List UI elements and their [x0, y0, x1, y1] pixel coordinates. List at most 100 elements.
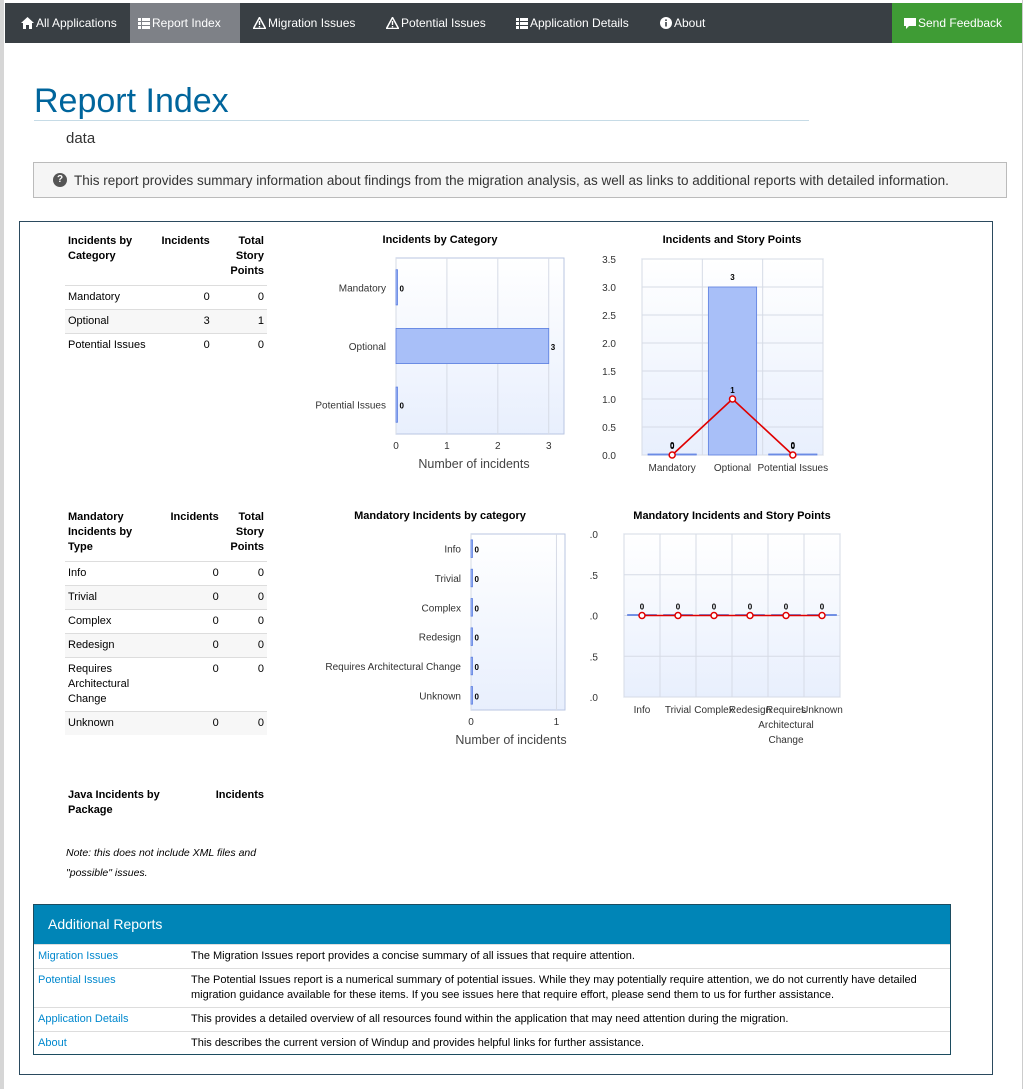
- report-row: About This describes the current version…: [34, 1031, 950, 1056]
- chart-title: Incidents by Category: [382, 234, 498, 246]
- data-label: 0: [820, 603, 825, 612]
- data-label: 1: [730, 386, 735, 395]
- table-cell: Trivial: [65, 585, 158, 610]
- x-tick-label: Info: [634, 705, 651, 716]
- incidents-story-points-chart: 0.00.51.01.52.02.53.03.5030010Mandatory O…: [602, 255, 828, 474]
- data-label: 0: [475, 692, 480, 701]
- data-label: 0: [712, 603, 717, 612]
- data-label: 3: [730, 273, 735, 282]
- incidents-by-category-chart: 0 1 2 3 Mandatory 0 Optional 3 Potential Issues 0…: [315, 257, 565, 471]
- bar: [470, 539, 473, 558]
- nav-about[interactable]: About: [652, 3, 713, 43]
- x-tick-label: 0: [393, 441, 399, 452]
- report-row: Migration Issues The Migration Issues re…: [34, 944, 950, 969]
- table-cell: Mandatory: [65, 285, 150, 310]
- info-banner: ? This report provides summary informati…: [33, 162, 1007, 198]
- data-label: 0: [475, 604, 480, 613]
- mandatory-incidents-table: Mandatory Incidents by Type Incidents To…: [65, 510, 267, 735]
- table-header: Mandatory Incidents by Type: [68, 511, 133, 553]
- x-tick-label: Architectural: [758, 720, 814, 731]
- y-tick-label: 0.5: [602, 423, 616, 434]
- table-cell: 0: [212, 285, 267, 310]
- table-cell: 0: [149, 333, 213, 357]
- report-description: This provides a detailed overview of all…: [191, 1013, 789, 1025]
- application-details-link[interactable]: Application Details: [38, 1012, 129, 1027]
- data-label: 0: [676, 603, 681, 612]
- data-label: 0: [748, 603, 753, 612]
- data-label: 0: [791, 442, 796, 451]
- nav-all-applications[interactable]: All Applications: [13, 3, 125, 43]
- category-label: Optional: [349, 342, 386, 353]
- data-label: 0: [784, 603, 789, 612]
- table-cell: 0: [157, 561, 222, 586]
- line-point: [674, 611, 682, 620]
- info-icon: [660, 17, 672, 29]
- x-tick-label: Complex: [694, 705, 733, 716]
- info-text: This report provides summary information…: [74, 173, 949, 188]
- data-label: 0: [475, 546, 480, 555]
- report-description: The Migration Issues report provides a c…: [191, 950, 635, 962]
- title-divider: [34, 120, 809, 121]
- nav-application-details[interactable]: Application Details: [508, 3, 637, 43]
- data-label: 0: [400, 284, 405, 293]
- table-row: Info 0 0: [65, 561, 267, 586]
- table-cell: 0: [212, 333, 267, 357]
- table-cell: 0: [221, 633, 267, 658]
- line-point: [668, 451, 676, 459]
- line-point: [728, 395, 737, 403]
- line-point: [638, 611, 646, 620]
- y-tick-label: 3.0: [602, 283, 616, 294]
- y-tick-label: 0.0: [590, 612, 598, 623]
- nav-label: Migration Issues: [268, 16, 356, 30]
- page-subtitle: data: [66, 130, 96, 147]
- table-cell: 0: [221, 561, 267, 586]
- y-tick-label: 0.5: [590, 571, 598, 582]
- table-header: Incidents: [215, 789, 264, 801]
- x-tick-label: 1: [444, 441, 450, 452]
- report-row: Potential Issues The Potential Issues re…: [34, 968, 950, 1008]
- y-tick-label: 1.0: [602, 395, 616, 406]
- y-tick-label: -0.5: [590, 652, 598, 663]
- send-feedback-button[interactable]: Send Feedback: [892, 3, 1022, 43]
- x-tick-label: 3: [546, 441, 552, 452]
- nav-label: All Applications: [36, 16, 117, 30]
- feedback-label: Send Feedback: [918, 16, 1003, 30]
- nav-label: Report Index: [152, 16, 221, 30]
- bar: [395, 386, 398, 423]
- nav-migration-issues[interactable]: Migration Issues: [245, 3, 363, 43]
- report-row: Application Details This provides a deta…: [34, 1007, 950, 1032]
- table-row: Potential Issues 0 0: [65, 333, 267, 357]
- mandatory-incidents-category-chart: 0 1 Info 0 Trivial 0 Complex 0 Redesign 0 Requires…: [325, 533, 567, 747]
- nav-report-index[interactable]: Report Index: [130, 3, 240, 43]
- y-tick-label: 0.0: [602, 451, 616, 462]
- warning-icon: [252, 15, 267, 30]
- x-axis-label: Number of incidents: [455, 733, 566, 747]
- table-cell: 0: [157, 585, 222, 610]
- additional-reports-panel: Additional Reports Migration Issues The …: [33, 904, 951, 1055]
- table-row: Redesign 0 0: [65, 633, 267, 658]
- y-tick-label: 1.0: [590, 530, 598, 541]
- migration-issues-link[interactable]: Migration Issues: [38, 949, 118, 964]
- top-navbar: All Applications Report Index Migration …: [5, 3, 1022, 43]
- table-cell: Redesign: [65, 633, 158, 658]
- table-cell: 0: [221, 657, 267, 712]
- table-cell: 0: [221, 711, 267, 735]
- table-cell: 0: [149, 285, 213, 310]
- potential-issues-link[interactable]: Potential Issues: [38, 973, 116, 988]
- bar: [470, 656, 473, 676]
- list-icon: [516, 18, 528, 29]
- x-tick-label: Trivial: [665, 705, 691, 716]
- mandatory-incidents-story-points-chart: 1.0 0.5 0.0 -0.5 -1.0 0 0 0 0 0 0 Info TrivialComple…: [590, 530, 843, 746]
- comment-icon: [904, 18, 916, 29]
- nav-potential-issues[interactable]: Potential Issues: [378, 3, 494, 43]
- data-label: 0: [670, 442, 675, 451]
- x-axis-label: Number of incidents: [418, 457, 529, 471]
- about-link[interactable]: About: [38, 1036, 67, 1051]
- table-cell: 0: [157, 609, 222, 634]
- window-left-border: [0, 0, 4, 1089]
- home-icon: [21, 17, 34, 29]
- table-cell: 1: [212, 309, 267, 334]
- bar: [470, 568, 473, 588]
- category-label: Trivial: [435, 574, 461, 585]
- x-tick-label: 1: [554, 717, 560, 728]
